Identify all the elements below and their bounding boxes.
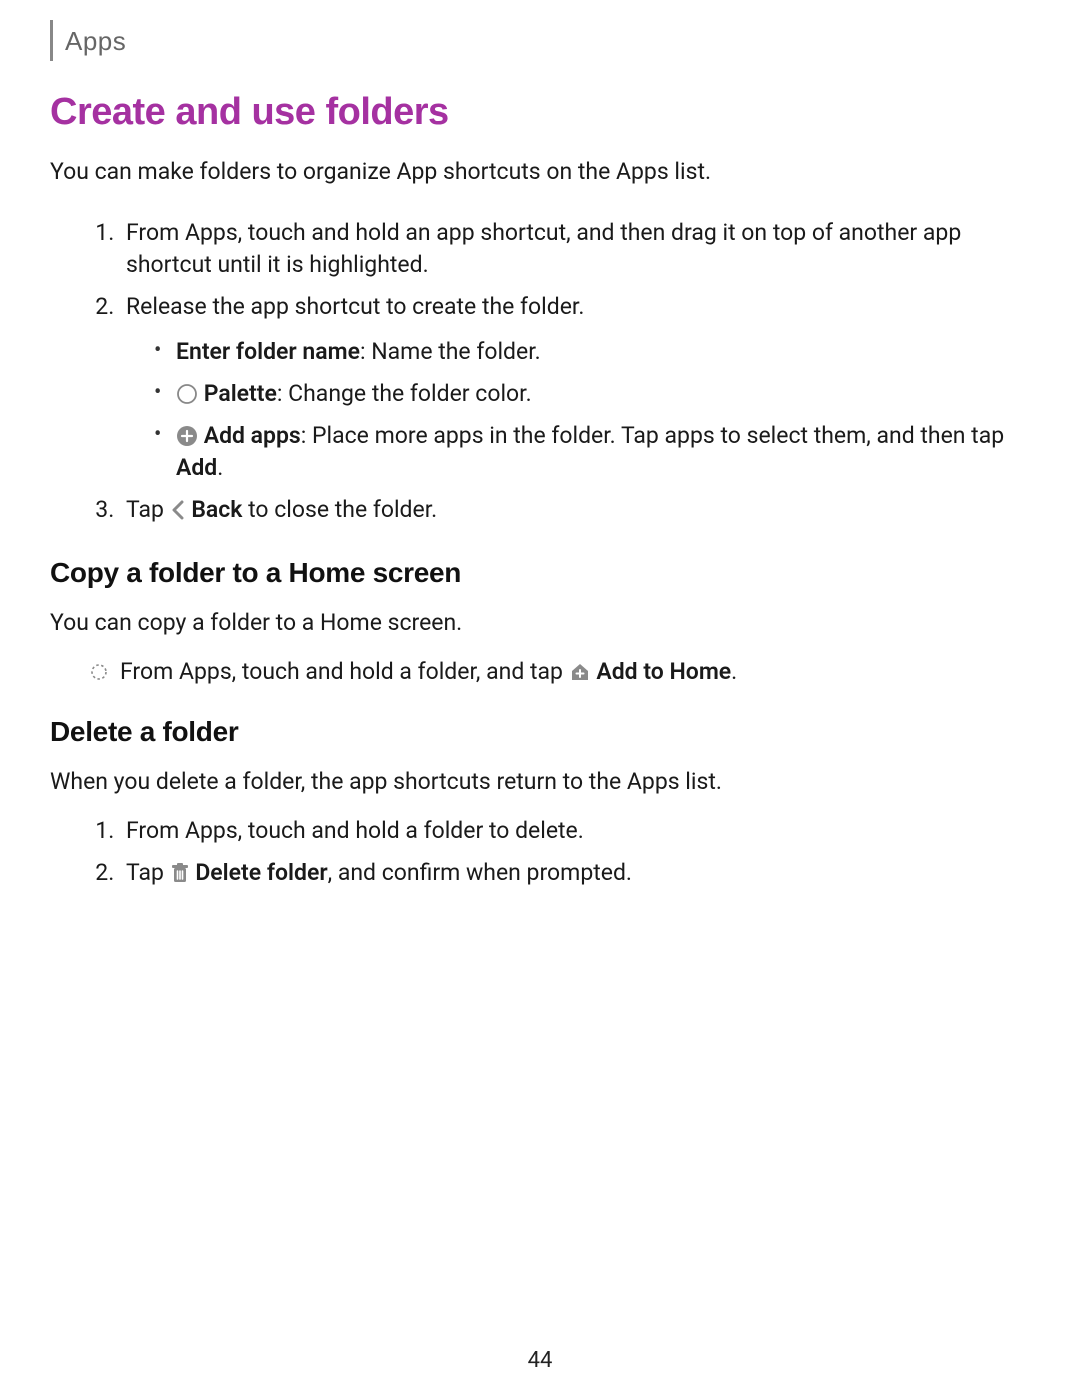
copy-intro: You can copy a folder to a Home screen. — [50, 607, 1030, 638]
page-number: 44 — [0, 1348, 1080, 1373]
delete-step-2-rest: , and confirm when prompted. — [328, 859, 632, 886]
sub-add-apps: Add apps: Place more apps in the folder.… — [154, 420, 1030, 484]
delete-step-1-text: From Apps, touch and hold a folder to de… — [126, 817, 584, 844]
steps-list: From Apps, touch and hold an app shortcu… — [50, 217, 1030, 527]
plus-circle-icon — [176, 425, 198, 447]
intro-text: You can make folders to organize App sho… — [50, 156, 1030, 187]
dashed-circle-bullet-icon — [90, 663, 108, 681]
step-3-tap: Tap — [126, 496, 170, 523]
delete-step-2-bold: Delete folder — [195, 859, 327, 886]
delete-heading: Delete a folder — [50, 716, 1030, 748]
step-2: Release the app shortcut to create the f… — [120, 291, 1030, 484]
section-header-text: Apps — [65, 26, 126, 56]
delete-intro: When you delete a folder, the app shortc… — [50, 766, 1030, 797]
add-to-home-icon — [569, 661, 591, 683]
section-header: Apps — [50, 20, 136, 61]
sub-enter-folder-name: Enter folder name: Name the folder. — [154, 336, 1030, 368]
step-3-rest: to close the folder. — [242, 496, 437, 523]
trash-icon — [170, 862, 190, 884]
step-3: Tap Back to close the folder. — [120, 494, 1030, 526]
enter-folder-name-label: Enter folder name — [176, 338, 360, 365]
palette-rest: : Change the folder color. — [277, 380, 532, 407]
back-chevron-icon — [170, 499, 186, 521]
add-apps-period: . — [217, 454, 223, 481]
step-2-text: Release the app shortcut to create the f… — [126, 293, 584, 320]
step-3-back: Back — [191, 496, 242, 523]
add-apps-label: Add apps — [204, 422, 301, 449]
add-apps-rest: : Place more apps in the folder. Tap app… — [301, 422, 1004, 449]
delete-step-2-tap: Tap — [126, 859, 170, 886]
palette-icon — [176, 383, 198, 405]
copy-step-a: From Apps, touch and hold a folder, and … — [120, 658, 569, 685]
copy-step-period: . — [731, 658, 737, 685]
add-apps-add: Add — [176, 454, 217, 481]
copy-heading: Copy a folder to a Home screen — [50, 557, 1030, 589]
sub-palette: Palette: Change the folder color. — [154, 378, 1030, 410]
palette-label: Palette — [204, 380, 277, 407]
step-1-text: From Apps, touch and hold an app shortcu… — [126, 219, 961, 278]
delete-step-2: Tap Delete folder, and confirm when prom… — [120, 857, 1030, 889]
page-title: Create and use folders — [50, 91, 1030, 134]
enter-folder-name-rest: : Name the folder. — [360, 338, 541, 365]
copy-step-bold: Add to Home — [596, 658, 731, 685]
step-2-sublist: Enter folder name: Name the folder. Pale… — [126, 336, 1030, 485]
delete-step-1: From Apps, touch and hold a folder to de… — [120, 815, 1030, 847]
copy-step: From Apps, touch and hold a folder, and … — [50, 656, 1030, 688]
step-1: From Apps, touch and hold an app shortcu… — [120, 217, 1030, 281]
delete-steps-list: From Apps, touch and hold a folder to de… — [50, 815, 1030, 889]
